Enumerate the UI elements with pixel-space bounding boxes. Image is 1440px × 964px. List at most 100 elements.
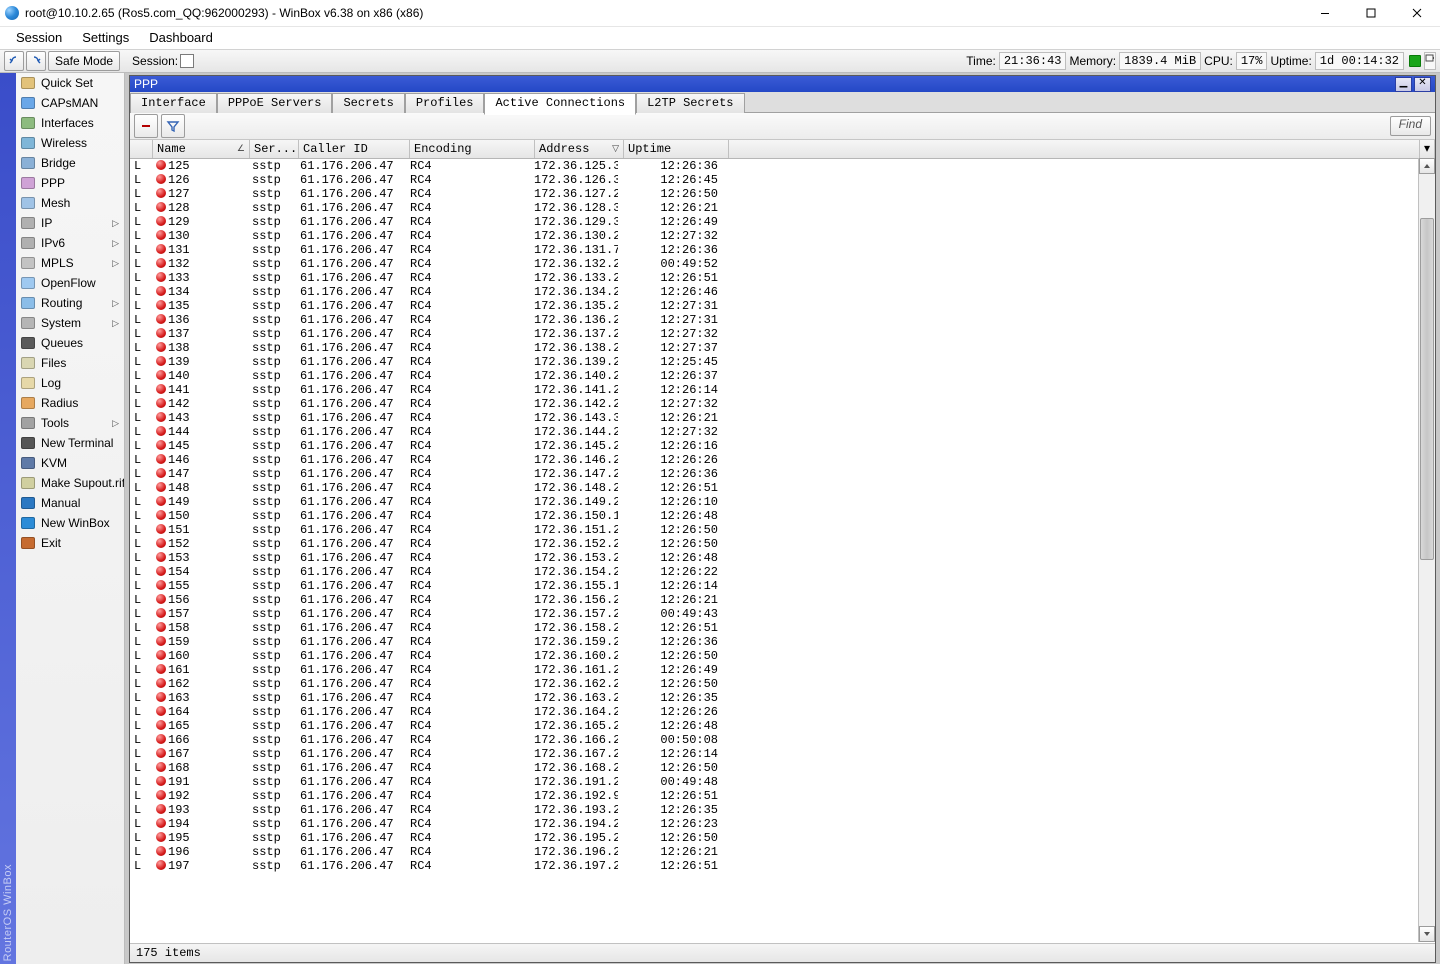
sidebar-item-ppp[interactable]: PPP [16,173,124,193]
tab-l2tp-secrets[interactable]: L2TP Secrets [636,93,744,113]
vertical-scrollbar[interactable] [1418,158,1435,942]
table-row[interactable]: L152sstp61.176.206.47RC4172.36.152.21412… [130,537,1435,551]
redo-button[interactable] [26,51,46,71]
table-row[interactable]: L143sstp61.176.206.47RC4172.36.143.3312:… [130,411,1435,425]
table-row[interactable]: L139sstp61.176.206.47RC4172.36.139.22212… [130,355,1435,369]
table-row[interactable]: L126sstp61.176.206.47RC4172.36.126.3812:… [130,173,1435,187]
sidebar-item-manual[interactable]: Manual [16,493,124,513]
remove-button[interactable] [134,114,158,138]
session-checkbox[interactable] [180,54,194,68]
panel-title-bar[interactable]: PPP ▁ ✕ [130,76,1435,92]
sidebar-item-routing[interactable]: Routing▷ [16,293,124,313]
table-row[interactable]: L166sstp61.176.206.47RC4172.36.166.22200… [130,733,1435,747]
table-row[interactable]: L148sstp61.176.206.47RC4172.36.148.21612… [130,481,1435,495]
sidebar-item-wireless[interactable]: Wireless [16,133,124,153]
tab-pppoe-servers[interactable]: PPPoE Servers [217,93,333,113]
table-row[interactable]: L127sstp61.176.206.47RC4172.36.127.21812… [130,187,1435,201]
table-row[interactable]: L156sstp61.176.206.47RC4172.36.156.22112… [130,593,1435,607]
table-row[interactable]: L197sstp61.176.206.47RC4172.36.197.21412… [130,859,1435,873]
table-row[interactable]: L165sstp61.176.206.47RC4172.36.165.21812… [130,719,1435,733]
table-row[interactable]: L136sstp61.176.206.47RC4172.36.136.21712… [130,313,1435,327]
sidebar-item-queues[interactable]: Queues [16,333,124,353]
menu-settings[interactable]: Settings [72,27,139,49]
sidebar-item-kvm[interactable]: KVM [16,453,124,473]
table-row[interactable]: L160sstp61.176.206.47RC4172.36.160.21512… [130,649,1435,663]
panel-min-button[interactable]: ▁ [1395,77,1412,92]
table-row[interactable]: L163sstp61.176.206.47RC4172.36.163.22012… [130,691,1435,705]
col-service[interactable]: Ser... [250,140,299,158]
table-row[interactable]: L161sstp61.176.206.47RC4172.36.161.22012… [130,663,1435,677]
sidebar-item-bridge[interactable]: Bridge [16,153,124,173]
table-row[interactable]: L147sstp61.176.206.47RC4172.36.147.22012… [130,467,1435,481]
table-row[interactable]: L191sstp61.176.206.47RC4172.36.191.21700… [130,775,1435,789]
table-row[interactable]: L146sstp61.176.206.47RC4172.36.146.22012… [130,453,1435,467]
sidebar-item-files[interactable]: Files [16,353,124,373]
table-row[interactable]: L167sstp61.176.206.47RC4172.36.167.21812… [130,747,1435,761]
table-row[interactable]: L140sstp61.176.206.47RC4172.36.140.21912… [130,369,1435,383]
maximize-button[interactable] [1348,0,1394,26]
table-row[interactable]: L192sstp61.176.206.47RC4172.36.192.912:2… [130,789,1435,803]
sidebar-item-exit[interactable]: Exit [16,533,124,553]
table-row[interactable]: L125sstp61.176.206.47RC4172.36.125.3712:… [130,159,1435,173]
table-row[interactable]: L130sstp61.176.206.47RC4172.36.130.21912… [130,229,1435,243]
sidebar-item-interfaces[interactable]: Interfaces [16,113,124,133]
panel-close-button[interactable]: ✕ [1414,77,1431,92]
table-row[interactable]: L151sstp61.176.206.47RC4172.36.151.21812… [130,523,1435,537]
sidebar-item-mpls[interactable]: MPLS▷ [16,253,124,273]
sidebar-item-mesh[interactable]: Mesh [16,193,124,213]
table-row[interactable]: L162sstp61.176.206.47RC4172.36.162.21612… [130,677,1435,691]
sidebar-item-radius[interactable]: Radius [16,393,124,413]
sidebar-item-new-terminal[interactable]: New Terminal [16,433,124,453]
col-flag[interactable] [130,140,153,158]
filter-button[interactable] [161,114,185,138]
col-uptime[interactable]: Uptime [624,140,729,158]
column-menu-button[interactable]: ▾ [1419,140,1435,158]
table-row[interactable]: L158sstp61.176.206.47RC4172.36.158.21612… [130,621,1435,635]
col-name[interactable]: Name∠ [153,140,250,158]
table-row[interactable]: L144sstp61.176.206.47RC4172.36.144.21812… [130,425,1435,439]
table-row[interactable]: L132sstp61.176.206.47RC4172.36.132.21300… [130,257,1435,271]
table-row[interactable]: L155sstp61.176.206.47RC4172.36.155.112:2… [130,579,1435,593]
sidebar-item-quick-set[interactable]: Quick Set [16,73,124,93]
scroll-down-icon[interactable] [1419,926,1435,942]
sidebar-item-ipv6[interactable]: IPv6▷ [16,233,124,253]
sidebar-item-openflow[interactable]: OpenFlow [16,273,124,293]
table-row[interactable]: L159sstp61.176.206.47RC4172.36.159.22212… [130,635,1435,649]
table-row[interactable]: L196sstp61.176.206.47RC4172.36.196.22212… [130,845,1435,859]
menu-session[interactable]: Session [6,27,72,49]
scroll-up-icon[interactable] [1419,158,1435,174]
table-row[interactable]: L129sstp61.176.206.47RC4172.36.129.3512:… [130,215,1435,229]
tab-profiles[interactable]: Profiles [405,93,485,113]
table-row[interactable]: L128sstp61.176.206.47RC4172.36.128.3712:… [130,201,1435,215]
table-row[interactable]: L135sstp61.176.206.47RC4172.36.135.21812… [130,299,1435,313]
table-body[interactable]: L125sstp61.176.206.47RC4172.36.125.3712:… [130,159,1435,943]
sidebar-item-ip[interactable]: IP▷ [16,213,124,233]
sidebar-item-system[interactable]: System▷ [16,313,124,333]
table-row[interactable]: L153sstp61.176.206.47RC4172.36.153.22012… [130,551,1435,565]
table-row[interactable]: L133sstp61.176.206.47RC4172.36.133.21912… [130,271,1435,285]
table-row[interactable]: L194sstp61.176.206.47RC4172.36.194.22012… [130,817,1435,831]
tab-active-connections[interactable]: Active Connections [484,93,636,115]
sidebar-item-capsman[interactable]: CAPsMAN [16,93,124,113]
sidebar-item-tools[interactable]: Tools▷ [16,413,124,433]
table-row[interactable]: L138sstp61.176.206.47RC4172.36.138.21712… [130,341,1435,355]
table-row[interactable]: L145sstp61.176.206.47RC4172.36.145.2612:… [130,439,1435,453]
sidebar-item-new-winbox[interactable]: New WinBox [16,513,124,533]
menu-dashboard[interactable]: Dashboard [139,27,223,49]
scroll-thumb[interactable] [1420,218,1434,560]
table-row[interactable]: L142sstp61.176.206.47RC4172.36.142.21812… [130,397,1435,411]
table-row[interactable]: L164sstp61.176.206.47RC4172.36.164.22212… [130,705,1435,719]
sidebar-item-log[interactable]: Log [16,373,124,393]
undo-button[interactable] [4,51,24,71]
table-row[interactable]: L193sstp61.176.206.47RC4172.36.193.21812… [130,803,1435,817]
table-row[interactable]: L149sstp61.176.206.47RC4172.36.149.21912… [130,495,1435,509]
table-row[interactable]: L137sstp61.176.206.47RC4172.36.137.21912… [130,327,1435,341]
table-row[interactable]: L134sstp61.176.206.47RC4172.36.134.21912… [130,285,1435,299]
table-row[interactable]: L157sstp61.176.206.47RC4172.36.157.22000… [130,607,1435,621]
table-row[interactable]: L141sstp61.176.206.47RC4172.36.141.21412… [130,383,1435,397]
safe-mode-button[interactable]: Safe Mode [48,51,120,71]
close-button[interactable] [1394,0,1440,26]
tab-interface[interactable]: Interface [130,93,217,113]
minimize-button[interactable] [1302,0,1348,26]
table-row[interactable]: L195sstp61.176.206.47RC4172.36.195.21512… [130,831,1435,845]
